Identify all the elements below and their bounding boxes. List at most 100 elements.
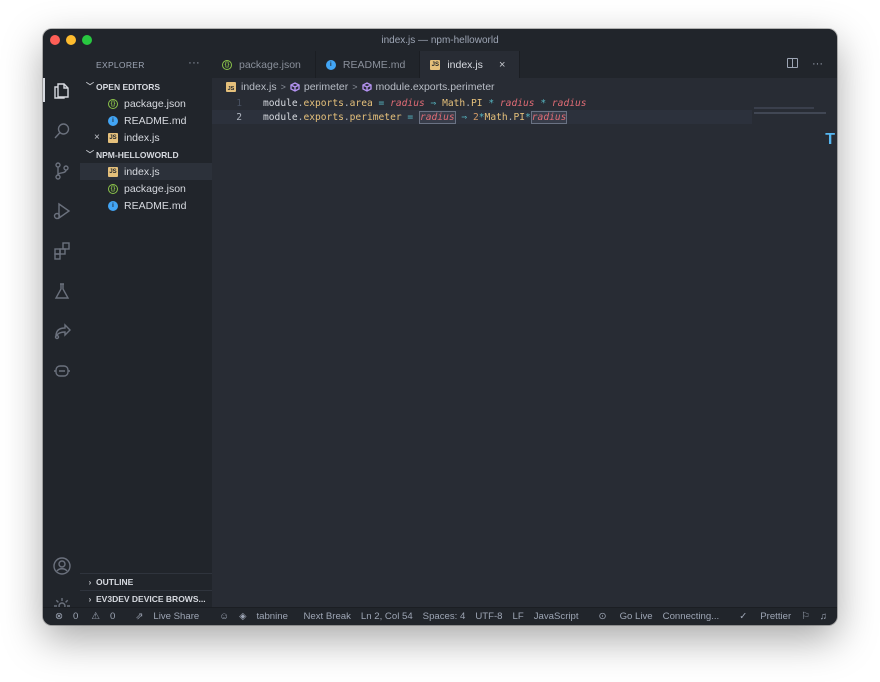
window-controls — [50, 35, 92, 45]
live-share-icon[interactable] — [51, 320, 72, 341]
line-number: 2 — [236, 111, 242, 123]
open-editors-section[interactable]: ﹀ OPEN EDITORS — [80, 78, 212, 95]
tab-readme[interactable]: i README.md — [316, 51, 421, 78]
tab-index-js[interactable]: JS index.js × — [420, 51, 521, 78]
breadcrumb-file[interactable]: index.js — [241, 81, 277, 93]
title-bar: index.js — npm-helloworld — [43, 29, 837, 51]
chevron-right-icon: › — [88, 577, 92, 587]
close-editor-button[interactable]: × — [94, 132, 100, 143]
project-file-item[interactable]: {} package.json — [80, 180, 212, 197]
sidebar-bottom-sections: › OUTLINE › EV3DEV DEVICE BROWS... — [80, 573, 212, 607]
code-line-current[interactable]: 2 module.exports.perimeter = radius ⇒ 2*… — [212, 110, 752, 124]
tabnine-label: tabnine — [256, 611, 288, 622]
open-editor-item[interactable]: i README.md — [80, 112, 212, 129]
warning-count: 0 — [110, 611, 116, 622]
explorer-title: EXPLORER — [96, 59, 145, 70]
live-share-icon: ⇗ — [135, 611, 144, 622]
window-title: index.js — npm-helloworld — [381, 34, 499, 46]
breadcrumb: JS index.js > perimeter > module.exports… — [212, 78, 837, 95]
eol-button[interactable]: LF — [513, 611, 524, 622]
more-actions-button[interactable]: ··· — [812, 58, 823, 70]
live-share-button[interactable]: ⇗ Live Share — [135, 611, 209, 622]
connection-status[interactable]: Connecting... — [663, 611, 720, 622]
live-share-label: Live Share — [153, 611, 200, 622]
feedback-smiley-icon[interactable]: ☺ — [219, 611, 229, 622]
tweet-feedback-icon[interactable]: ⚐ — [801, 611, 810, 622]
js-file-icon: JS — [108, 166, 118, 177]
js-file-icon: JS — [226, 81, 236, 92]
tabnine-icon: ◈ — [239, 611, 247, 622]
project-section[interactable]: ﹀ NPM-HELLOWORLD — [80, 146, 212, 163]
info-file-icon: i — [325, 59, 336, 70]
chevron-right-icon: > — [352, 81, 358, 92]
editor-actions: ··· — [787, 58, 823, 70]
code-text[interactable]: module.exports.perimeter = radius ⇒ 2*Ma… — [263, 110, 568, 124]
info-file-icon: i — [108, 115, 118, 126]
ev3dev-section[interactable]: › EV3DEV DEVICE BROWS... — [80, 590, 212, 607]
go-live-button[interactable]: ⊙ Go Live — [589, 611, 653, 622]
file-label: README.md — [124, 199, 187, 212]
encoding-button[interactable]: UTF-8 — [475, 611, 502, 622]
symbol-icon — [290, 81, 300, 92]
explorer-sidebar: EXPLORER ··· ﹀ OPEN EDITORS {} package.j… — [80, 51, 212, 607]
error-count: 0 — [73, 611, 79, 622]
code-editor[interactable]: 1 module.exports.area = radius ⇒ Math.PI… — [212, 95, 837, 607]
cursor-position[interactable]: Ln 2, Col 54 — [361, 611, 413, 622]
zoom-window-button[interactable] — [82, 35, 92, 45]
problems-indicator[interactable]: ⊗ 0 ⚠ 0 — [55, 611, 125, 622]
project-file-item[interactable]: JS index.js — [80, 163, 212, 180]
open-editor-item[interactable]: {} package.json — [80, 95, 212, 112]
project-title: NPM-HELLOWORLD — [96, 149, 179, 160]
json-file-icon: {} — [222, 59, 232, 70]
json-file-icon: {} — [108, 183, 118, 194]
extensions-icon[interactable] — [51, 240, 72, 261]
vscode-window: index.js — npm-helloworld EXPLORER ··· ﹀… — [43, 29, 837, 625]
indentation-button[interactable]: Spaces: 4 — [423, 611, 466, 622]
info-file-icon: i — [108, 200, 118, 211]
code-text[interactable]: module.exports.area = radius ⇒ Math.PI *… — [263, 98, 587, 109]
tabnine-button[interactable]: ◈ tabnine — [239, 611, 298, 622]
outline-section[interactable]: › OUTLINE — [80, 573, 212, 590]
minimap-line — [754, 112, 826, 114]
activity-bar — [43, 51, 80, 614]
search-icon[interactable] — [51, 120, 72, 141]
source-control-icon[interactable] — [51, 160, 72, 181]
js-file-icon: JS — [430, 59, 441, 70]
close-window-button[interactable] — [50, 35, 60, 45]
tab-package-json[interactable]: {} package.json — [212, 51, 316, 78]
open-editors-title: OPEN EDITORS — [96, 81, 161, 92]
prettier-button[interactable]: ✓ Prettier — [729, 611, 791, 622]
chevron-down-icon: ﹀ — [86, 150, 94, 159]
file-label: index.js — [124, 131, 160, 144]
testing-flask-icon[interactable] — [51, 280, 72, 301]
language-mode-button[interactable]: JavaScript — [534, 611, 579, 622]
line-number: 1 — [236, 97, 242, 109]
js-file-icon: JS — [108, 132, 118, 143]
breadcrumb-symbol[interactable]: module.exports.perimeter — [376, 81, 495, 93]
next-break-button[interactable]: Next Break — [303, 611, 350, 622]
warning-icon: ⚠ — [91, 611, 100, 622]
explorer-icon[interactable] — [51, 80, 72, 101]
file-label: package.json — [124, 182, 186, 195]
split-editor-icon[interactable] — [787, 58, 798, 68]
code-line[interactable]: 1 module.exports.area = radius ⇒ Math.PI… — [212, 96, 752, 110]
notifications-bell-icon[interactable]: ♫ — [820, 611, 827, 622]
prettier-label: Prettier — [760, 611, 792, 622]
close-tab-button[interactable]: × — [499, 59, 505, 71]
minimize-window-button[interactable] — [66, 35, 76, 45]
breadcrumb-symbol[interactable]: perimeter — [304, 81, 348, 93]
open-editor-item[interactable]: × JS index.js — [80, 129, 212, 146]
tab-label: README.md — [342, 58, 406, 71]
active-indicator — [43, 78, 45, 102]
error-icon: ⊗ — [55, 611, 64, 622]
status-bar: ⊗ 0 ⚠ 0 ⇗ Live Share ☺ ◈ tabnine Next Br… — [43, 607, 837, 625]
tab-label: package.json — [239, 58, 301, 71]
ev3dev-icon[interactable] — [51, 360, 72, 381]
broadcast-icon: ⊙ — [598, 611, 607, 622]
accounts-icon[interactable] — [51, 555, 72, 576]
file-label: package.json — [124, 97, 186, 110]
explorer-more-button[interactable]: ··· — [188, 57, 200, 69]
project-file-item[interactable]: i README.md — [80, 197, 212, 214]
minimap-line — [754, 107, 814, 109]
run-debug-icon[interactable] — [51, 200, 72, 221]
